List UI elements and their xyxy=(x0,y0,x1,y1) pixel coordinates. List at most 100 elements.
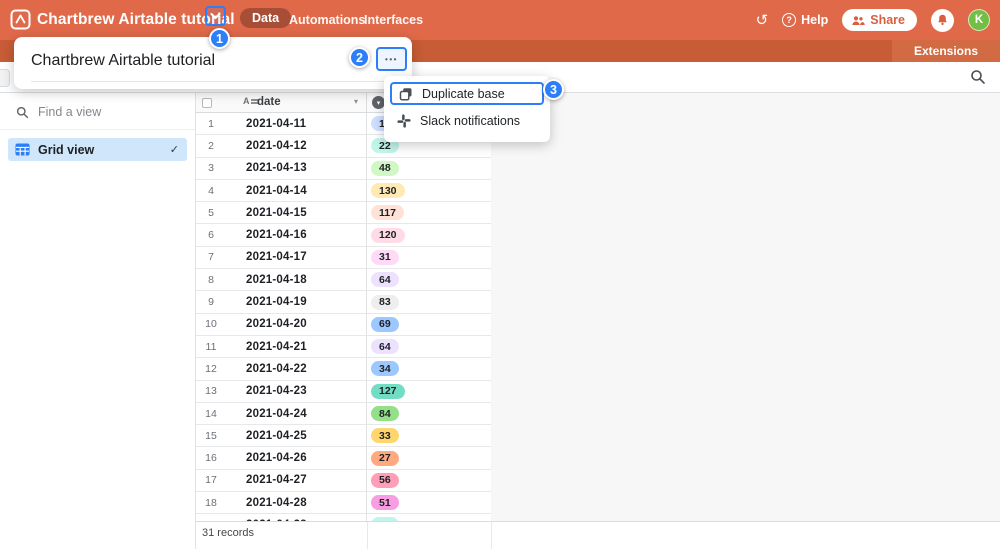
value-cell[interactable]: 22 xyxy=(367,514,491,521)
row-number: 4 xyxy=(196,180,226,201)
date-cell[interactable]: 2021-04-27 xyxy=(226,470,367,491)
value-cell[interactable]: 117 xyxy=(367,202,491,223)
date-cell[interactable]: 2021-04-15 xyxy=(226,202,367,223)
tab-extensions[interactable]: Extensions xyxy=(892,40,1000,62)
check-icon: ✓ xyxy=(170,143,179,156)
date-column-header[interactable]: A date ▾ xyxy=(196,93,367,112)
date-cell[interactable]: 2021-04-14 xyxy=(226,180,367,201)
base-more-options-button[interactable]: ••• xyxy=(376,47,407,71)
table-row[interactable]: 19 2021-04-29 22 xyxy=(196,514,491,521)
menu-item-slack-notifications[interactable]: Slack notifications xyxy=(390,109,544,132)
row-number: 8 xyxy=(196,269,226,290)
tab-data[interactable]: Data xyxy=(240,8,291,28)
value-cell[interactable]: 127 xyxy=(367,381,491,402)
search-icon xyxy=(16,106,29,119)
table-row[interactable]: 13 2021-04-23 127 xyxy=(196,381,491,403)
table-row[interactable]: 8 2021-04-18 64 xyxy=(196,269,491,291)
select-all-checkbox[interactable] xyxy=(202,98,212,108)
user-avatar[interactable]: K xyxy=(968,9,990,31)
value-pill: 64 xyxy=(371,339,399,354)
date-cell[interactable]: 2021-04-24 xyxy=(226,403,367,424)
table-row[interactable]: 10 2021-04-20 69 xyxy=(196,314,491,336)
text-field-type-icon: A xyxy=(243,97,258,106)
date-cell[interactable]: 2021-04-26 xyxy=(226,447,367,468)
divider xyxy=(367,522,368,549)
value-cell[interactable]: 84 xyxy=(367,403,491,424)
divider xyxy=(491,522,492,549)
value-cell[interactable]: 130 xyxy=(367,180,491,201)
value-cell[interactable]: 120 xyxy=(367,224,491,245)
date-cell[interactable]: 2021-04-28 xyxy=(226,492,367,513)
table-row[interactable]: 12 2021-04-22 34 xyxy=(196,358,491,380)
tab-interfaces[interactable]: Interfaces xyxy=(364,13,423,27)
history-icon[interactable]: ↺ xyxy=(756,11,769,29)
help-button[interactable]: ? Help xyxy=(782,13,828,27)
row-number: 5 xyxy=(196,202,226,223)
date-cell[interactable]: 2021-04-25 xyxy=(226,425,367,446)
value-cell[interactable]: 31 xyxy=(367,247,491,268)
table-row[interactable]: 5 2021-04-15 117 xyxy=(196,202,491,224)
value-cell[interactable]: 83 xyxy=(367,291,491,312)
value-cell[interactable]: 64 xyxy=(367,269,491,290)
row-number: 1 xyxy=(196,113,226,134)
divider xyxy=(31,81,412,82)
table-row[interactable]: 7 2021-04-17 31 xyxy=(196,247,491,269)
table-row[interactable]: 4 2021-04-14 130 xyxy=(196,180,491,202)
row-number: 19 xyxy=(196,514,226,521)
date-cell[interactable]: 2021-04-19 xyxy=(226,291,367,312)
value-cell[interactable]: 27 xyxy=(367,447,491,468)
records-summary-bar: 31 records xyxy=(196,521,1000,549)
date-cell[interactable]: 2021-04-11 xyxy=(226,113,367,134)
share-button[interactable]: Share xyxy=(842,9,917,31)
sidebar-item-grid-view[interactable]: Grid view ✓ xyxy=(8,138,187,161)
annotation-badge-1: 1 xyxy=(209,28,230,49)
table-row[interactable]: 14 2021-04-24 84 xyxy=(196,403,491,425)
table-row[interactable]: 17 2021-04-27 56 xyxy=(196,470,491,492)
table-row[interactable]: 16 2021-04-26 27 xyxy=(196,447,491,469)
date-cell[interactable]: 2021-04-13 xyxy=(226,158,367,179)
find-view-input[interactable]: Find a view xyxy=(0,93,195,130)
value-cell[interactable]: 34 xyxy=(367,358,491,379)
row-number: 18 xyxy=(196,492,226,513)
date-cell[interactable]: 2021-04-16 xyxy=(226,224,367,245)
date-cell[interactable]: 2021-04-23 xyxy=(226,381,367,402)
row-number: 9 xyxy=(196,291,226,312)
tab-automations[interactable]: Automations xyxy=(289,13,365,27)
value-cell[interactable]: 51 xyxy=(367,492,491,513)
row-number: 17 xyxy=(196,470,226,491)
date-cell[interactable]: 2021-04-21 xyxy=(226,336,367,357)
value-cell[interactable]: 56 xyxy=(367,470,491,491)
date-cell[interactable]: 2021-04-18 xyxy=(226,269,367,290)
menu-item-label: Duplicate base xyxy=(422,87,505,101)
value-pill: 69 xyxy=(371,317,399,332)
base-logo-icon[interactable] xyxy=(10,9,31,30)
value-cell[interactable]: 69 xyxy=(367,314,491,335)
date-cell[interactable]: 2021-04-17 xyxy=(226,247,367,268)
table-row[interactable]: 18 2021-04-28 51 xyxy=(196,492,491,514)
date-cell[interactable]: 2021-04-22 xyxy=(226,358,367,379)
row-number: 13 xyxy=(196,381,226,402)
row-number: 2 xyxy=(196,135,226,156)
people-icon xyxy=(851,14,865,27)
date-cell[interactable]: 2021-04-20 xyxy=(226,314,367,335)
date-cell[interactable]: 2021-04-29 xyxy=(226,514,367,521)
value-pill: 33 xyxy=(371,428,399,443)
menu-item-duplicate-base[interactable]: Duplicate base xyxy=(390,82,544,105)
table-row[interactable]: 6 2021-04-16 120 xyxy=(196,224,491,246)
table-row[interactable]: 11 2021-04-21 64 xyxy=(196,336,491,358)
base-menu-chevron-highlight[interactable] xyxy=(205,6,226,26)
row-number: 6 xyxy=(196,224,226,245)
chevron-down-icon[interactable]: ▾ xyxy=(354,97,358,106)
search-icon[interactable] xyxy=(970,69,986,85)
notifications-bell-button[interactable] xyxy=(931,9,954,32)
question-icon: ? xyxy=(782,13,796,27)
value-pill: 117 xyxy=(371,205,404,220)
value-cell[interactable]: 33 xyxy=(367,425,491,446)
value-cell[interactable]: 48 xyxy=(367,158,491,179)
table-row[interactable]: 9 2021-04-19 83 xyxy=(196,291,491,313)
table-row[interactable]: 15 2021-04-25 33 xyxy=(196,425,491,447)
views-sidebar-toggle-button[interactable] xyxy=(0,69,10,87)
table-row[interactable]: 3 2021-04-13 48 xyxy=(196,158,491,180)
value-cell[interactable]: 64 xyxy=(367,336,491,357)
date-cell[interactable]: 2021-04-12 xyxy=(226,135,367,156)
